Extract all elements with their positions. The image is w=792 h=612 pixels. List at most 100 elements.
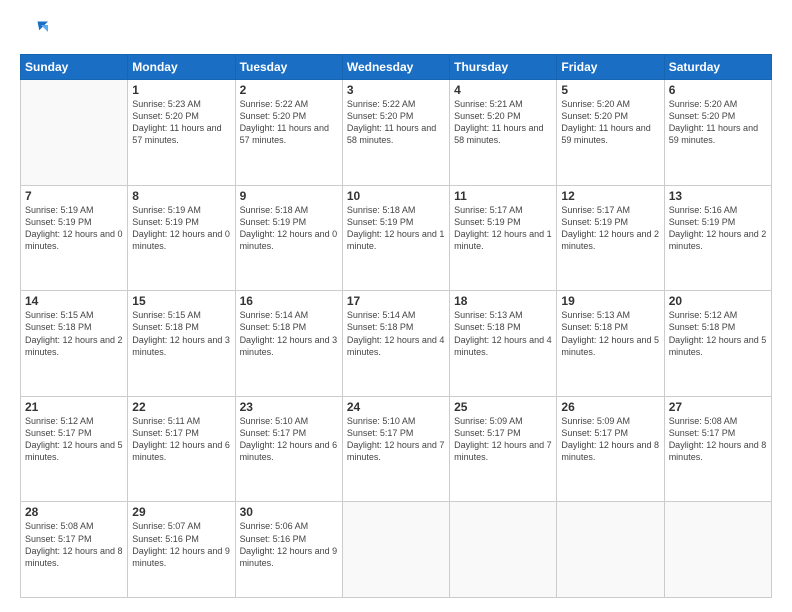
calendar-cell: 1Sunrise: 5:23 AM Sunset: 5:20 PM Daylig…	[128, 80, 235, 186]
calendar-header-sunday: Sunday	[21, 55, 128, 80]
calendar-cell: 11Sunrise: 5:17 AM Sunset: 5:19 PM Dayli…	[450, 185, 557, 291]
calendar-cell: 13Sunrise: 5:16 AM Sunset: 5:19 PM Dayli…	[664, 185, 771, 291]
day-number: 5	[561, 83, 659, 97]
calendar-cell: 25Sunrise: 5:09 AM Sunset: 5:17 PM Dayli…	[450, 396, 557, 502]
day-number: 2	[240, 83, 338, 97]
calendar-cell: 6Sunrise: 5:20 AM Sunset: 5:20 PM Daylig…	[664, 80, 771, 186]
day-number: 4	[454, 83, 552, 97]
calendar-cell: 16Sunrise: 5:14 AM Sunset: 5:18 PM Dayli…	[235, 291, 342, 397]
day-number: 11	[454, 189, 552, 203]
calendar-cell: 21Sunrise: 5:12 AM Sunset: 5:17 PM Dayli…	[21, 396, 128, 502]
day-number: 1	[132, 83, 230, 97]
day-info: Sunrise: 5:10 AM Sunset: 5:17 PM Dayligh…	[347, 415, 445, 464]
day-info: Sunrise: 5:18 AM Sunset: 5:19 PM Dayligh…	[347, 204, 445, 253]
day-info: Sunrise: 5:19 AM Sunset: 5:19 PM Dayligh…	[132, 204, 230, 253]
header	[20, 18, 772, 46]
calendar-cell: 28Sunrise: 5:08 AM Sunset: 5:17 PM Dayli…	[21, 502, 128, 598]
day-number: 16	[240, 294, 338, 308]
day-info: Sunrise: 5:23 AM Sunset: 5:20 PM Dayligh…	[132, 98, 230, 147]
calendar-cell: 29Sunrise: 5:07 AM Sunset: 5:16 PM Dayli…	[128, 502, 235, 598]
calendar-cell	[21, 80, 128, 186]
calendar-week-2: 7Sunrise: 5:19 AM Sunset: 5:19 PM Daylig…	[21, 185, 772, 291]
calendar-cell: 15Sunrise: 5:15 AM Sunset: 5:18 PM Dayli…	[128, 291, 235, 397]
day-info: Sunrise: 5:15 AM Sunset: 5:18 PM Dayligh…	[25, 309, 123, 358]
day-number: 22	[132, 400, 230, 414]
calendar-cell: 5Sunrise: 5:20 AM Sunset: 5:20 PM Daylig…	[557, 80, 664, 186]
day-info: Sunrise: 5:07 AM Sunset: 5:16 PM Dayligh…	[132, 520, 230, 569]
calendar-cell: 4Sunrise: 5:21 AM Sunset: 5:20 PM Daylig…	[450, 80, 557, 186]
day-number: 17	[347, 294, 445, 308]
day-number: 27	[669, 400, 767, 414]
day-number: 12	[561, 189, 659, 203]
day-info: Sunrise: 5:11 AM Sunset: 5:17 PM Dayligh…	[132, 415, 230, 464]
calendar-cell: 7Sunrise: 5:19 AM Sunset: 5:19 PM Daylig…	[21, 185, 128, 291]
calendar-cell: 17Sunrise: 5:14 AM Sunset: 5:18 PM Dayli…	[342, 291, 449, 397]
day-info: Sunrise: 5:15 AM Sunset: 5:18 PM Dayligh…	[132, 309, 230, 358]
day-number: 30	[240, 505, 338, 519]
day-number: 20	[669, 294, 767, 308]
calendar-cell: 12Sunrise: 5:17 AM Sunset: 5:19 PM Dayli…	[557, 185, 664, 291]
day-info: Sunrise: 5:20 AM Sunset: 5:20 PM Dayligh…	[561, 98, 659, 147]
day-info: Sunrise: 5:12 AM Sunset: 5:17 PM Dayligh…	[25, 415, 123, 464]
day-info: Sunrise: 5:19 AM Sunset: 5:19 PM Dayligh…	[25, 204, 123, 253]
day-number: 14	[25, 294, 123, 308]
day-info: Sunrise: 5:10 AM Sunset: 5:17 PM Dayligh…	[240, 415, 338, 464]
calendar-header-row: SundayMondayTuesdayWednesdayThursdayFrid…	[21, 55, 772, 80]
page: SundayMondayTuesdayWednesdayThursdayFrid…	[0, 0, 792, 612]
logo	[20, 18, 52, 46]
calendar-cell: 3Sunrise: 5:22 AM Sunset: 5:20 PM Daylig…	[342, 80, 449, 186]
day-info: Sunrise: 5:09 AM Sunset: 5:17 PM Dayligh…	[561, 415, 659, 464]
day-info: Sunrise: 5:16 AM Sunset: 5:19 PM Dayligh…	[669, 204, 767, 253]
calendar-cell: 23Sunrise: 5:10 AM Sunset: 5:17 PM Dayli…	[235, 396, 342, 502]
day-info: Sunrise: 5:17 AM Sunset: 5:19 PM Dayligh…	[561, 204, 659, 253]
day-info: Sunrise: 5:17 AM Sunset: 5:19 PM Dayligh…	[454, 204, 552, 253]
calendar-week-5: 28Sunrise: 5:08 AM Sunset: 5:17 PM Dayli…	[21, 502, 772, 598]
day-number: 3	[347, 83, 445, 97]
day-number: 6	[669, 83, 767, 97]
day-number: 24	[347, 400, 445, 414]
day-info: Sunrise: 5:13 AM Sunset: 5:18 PM Dayligh…	[454, 309, 552, 358]
day-number: 13	[669, 189, 767, 203]
day-info: Sunrise: 5:20 AM Sunset: 5:20 PM Dayligh…	[669, 98, 767, 147]
calendar-week-1: 1Sunrise: 5:23 AM Sunset: 5:20 PM Daylig…	[21, 80, 772, 186]
calendar-cell: 22Sunrise: 5:11 AM Sunset: 5:17 PM Dayli…	[128, 396, 235, 502]
day-number: 25	[454, 400, 552, 414]
calendar-header-thursday: Thursday	[450, 55, 557, 80]
calendar-cell: 30Sunrise: 5:06 AM Sunset: 5:16 PM Dayli…	[235, 502, 342, 598]
day-info: Sunrise: 5:06 AM Sunset: 5:16 PM Dayligh…	[240, 520, 338, 569]
day-info: Sunrise: 5:08 AM Sunset: 5:17 PM Dayligh…	[669, 415, 767, 464]
calendar-cell: 10Sunrise: 5:18 AM Sunset: 5:19 PM Dayli…	[342, 185, 449, 291]
day-number: 18	[454, 294, 552, 308]
day-info: Sunrise: 5:12 AM Sunset: 5:18 PM Dayligh…	[669, 309, 767, 358]
day-info: Sunrise: 5:14 AM Sunset: 5:18 PM Dayligh…	[347, 309, 445, 358]
calendar-cell: 19Sunrise: 5:13 AM Sunset: 5:18 PM Dayli…	[557, 291, 664, 397]
calendar-header-friday: Friday	[557, 55, 664, 80]
calendar-cell: 14Sunrise: 5:15 AM Sunset: 5:18 PM Dayli…	[21, 291, 128, 397]
calendar-cell	[450, 502, 557, 598]
calendar-cell: 18Sunrise: 5:13 AM Sunset: 5:18 PM Dayli…	[450, 291, 557, 397]
day-info: Sunrise: 5:22 AM Sunset: 5:20 PM Dayligh…	[347, 98, 445, 147]
day-number: 7	[25, 189, 123, 203]
calendar-header-saturday: Saturday	[664, 55, 771, 80]
day-number: 8	[132, 189, 230, 203]
calendar-cell	[664, 502, 771, 598]
calendar-header-wednesday: Wednesday	[342, 55, 449, 80]
day-info: Sunrise: 5:08 AM Sunset: 5:17 PM Dayligh…	[25, 520, 123, 569]
calendar-header-monday: Monday	[128, 55, 235, 80]
day-number: 26	[561, 400, 659, 414]
day-number: 29	[132, 505, 230, 519]
logo-icon	[20, 18, 48, 46]
day-info: Sunrise: 5:22 AM Sunset: 5:20 PM Dayligh…	[240, 98, 338, 147]
calendar-week-4: 21Sunrise: 5:12 AM Sunset: 5:17 PM Dayli…	[21, 396, 772, 502]
calendar-cell: 20Sunrise: 5:12 AM Sunset: 5:18 PM Dayli…	[664, 291, 771, 397]
calendar-cell: 8Sunrise: 5:19 AM Sunset: 5:19 PM Daylig…	[128, 185, 235, 291]
day-number: 10	[347, 189, 445, 203]
day-info: Sunrise: 5:21 AM Sunset: 5:20 PM Dayligh…	[454, 98, 552, 147]
calendar-cell: 26Sunrise: 5:09 AM Sunset: 5:17 PM Dayli…	[557, 396, 664, 502]
day-number: 23	[240, 400, 338, 414]
calendar-cell: 2Sunrise: 5:22 AM Sunset: 5:20 PM Daylig…	[235, 80, 342, 186]
day-info: Sunrise: 5:14 AM Sunset: 5:18 PM Dayligh…	[240, 309, 338, 358]
day-info: Sunrise: 5:09 AM Sunset: 5:17 PM Dayligh…	[454, 415, 552, 464]
day-info: Sunrise: 5:13 AM Sunset: 5:18 PM Dayligh…	[561, 309, 659, 358]
day-number: 9	[240, 189, 338, 203]
